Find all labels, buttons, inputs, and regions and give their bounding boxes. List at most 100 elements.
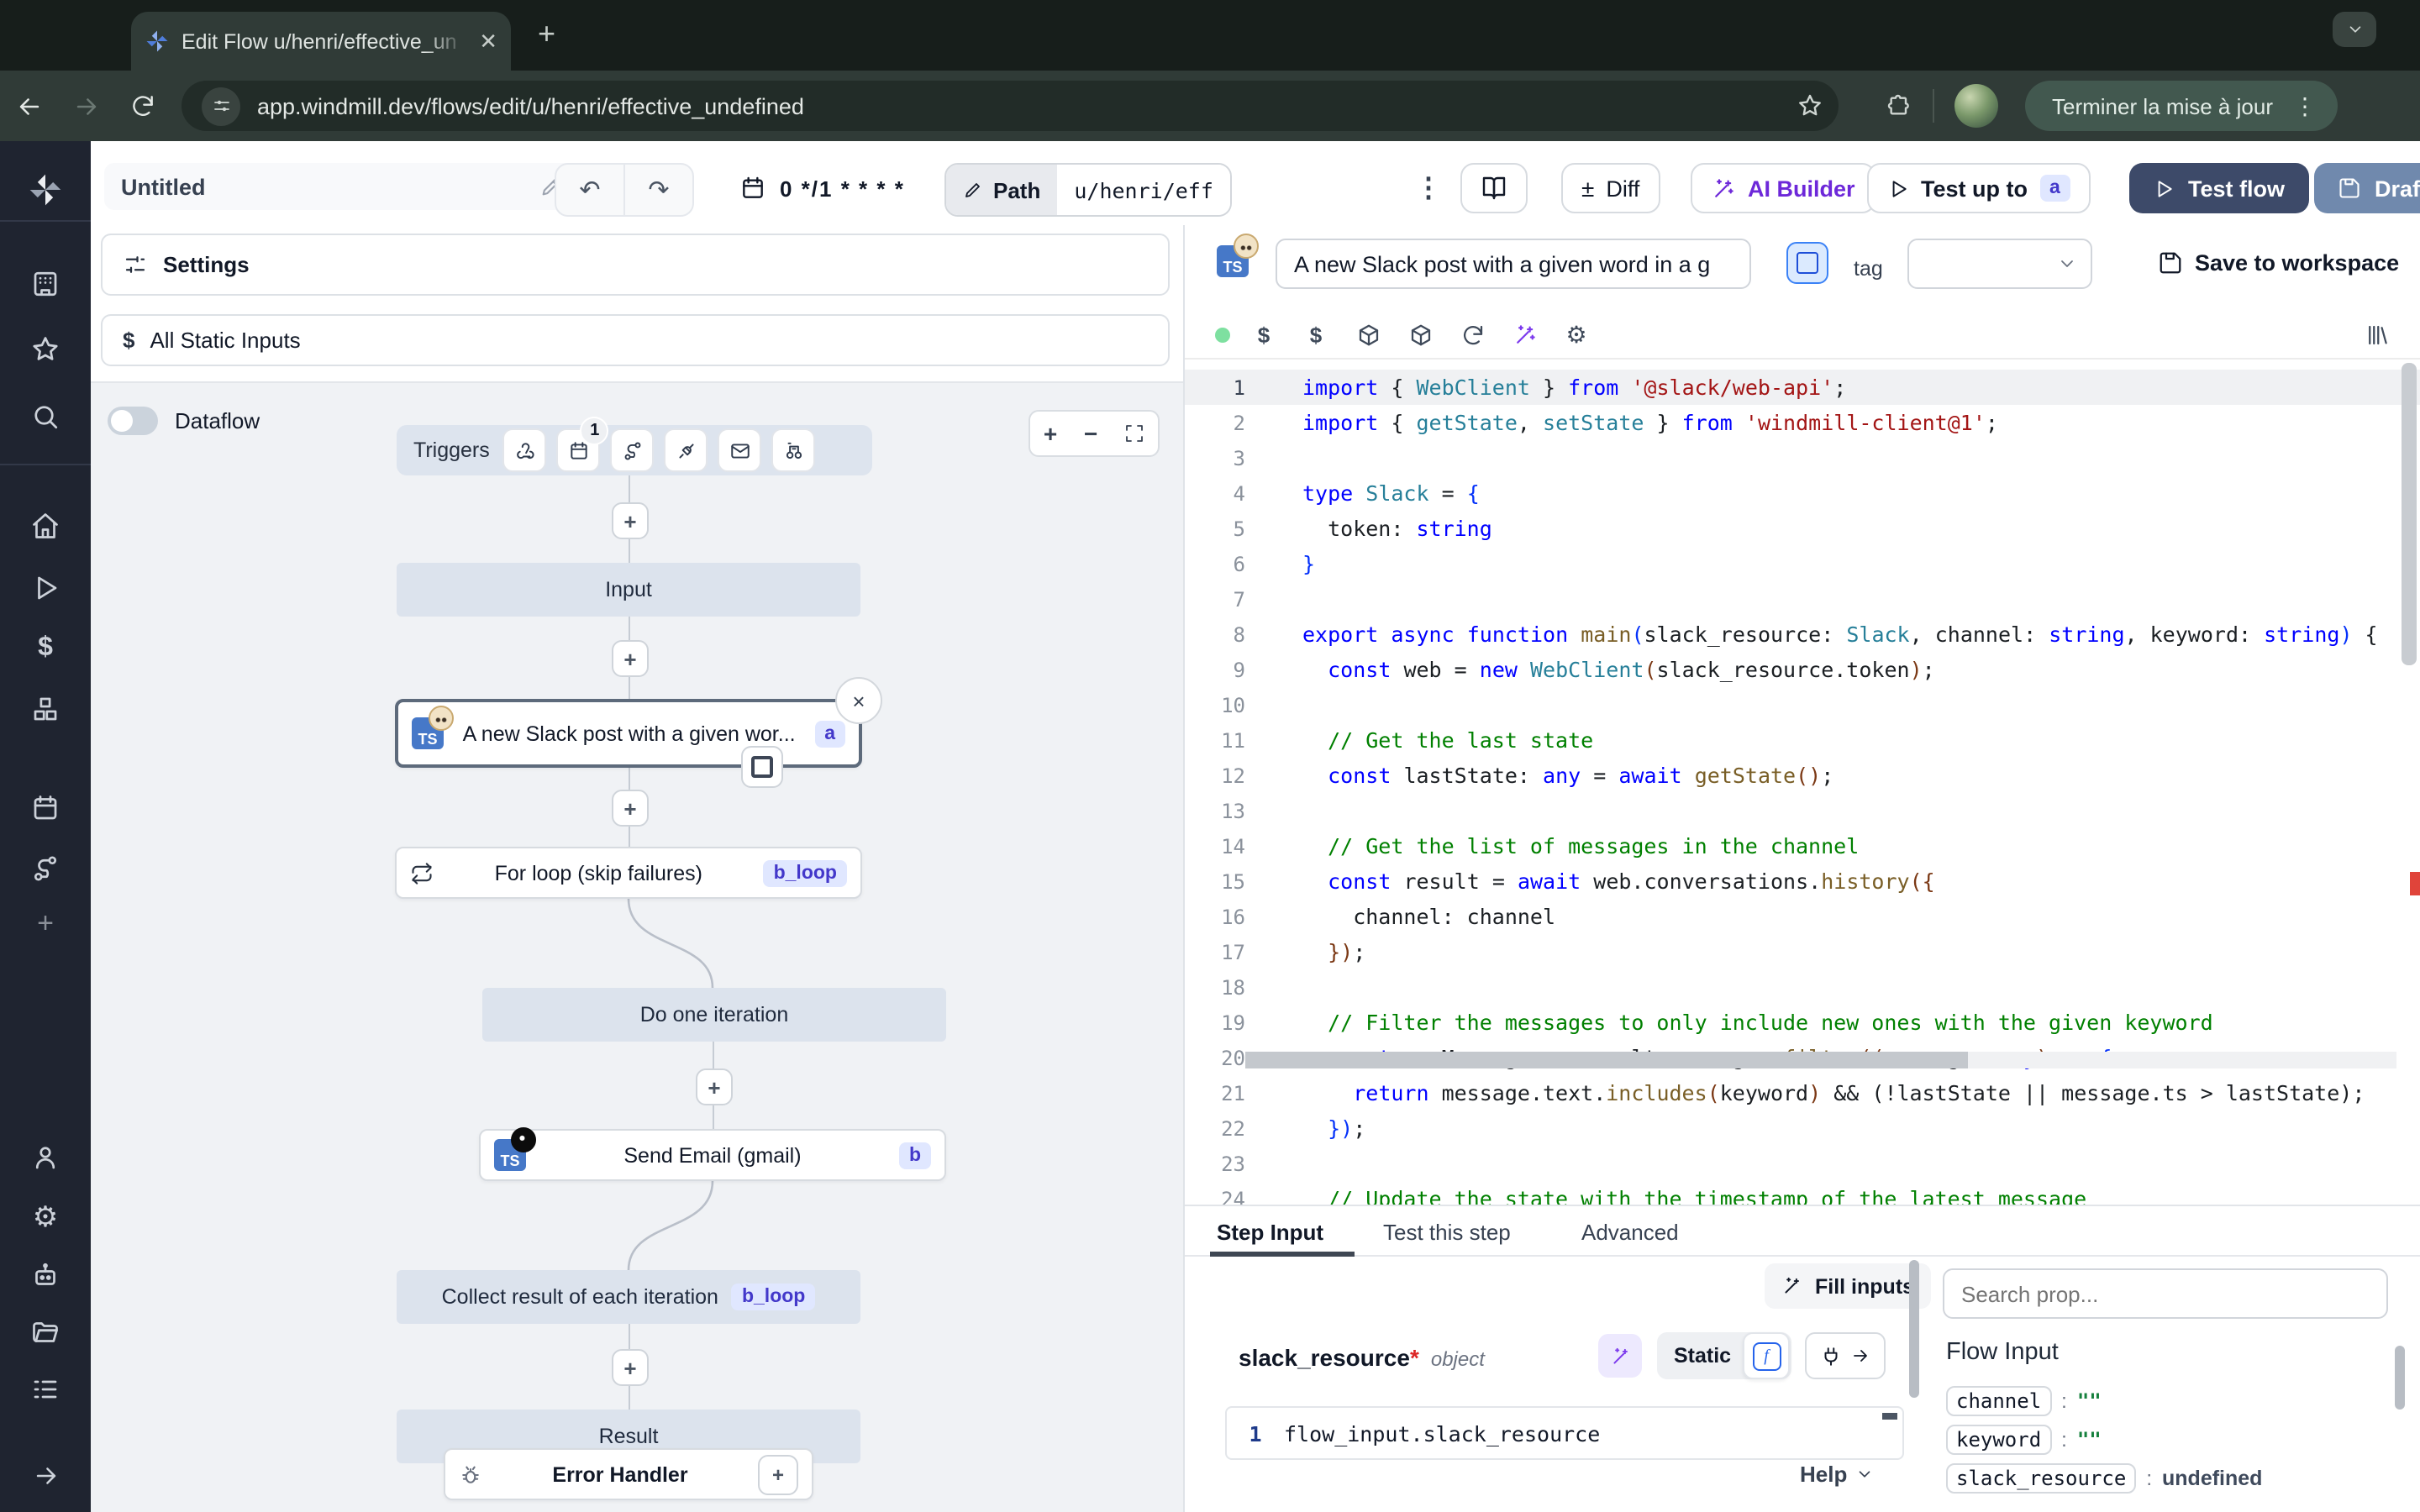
editor-vscrollbar-thumb[interactable] [2402, 363, 2417, 665]
tag-select[interactable] [1907, 239, 2092, 289]
back-icon[interactable] [0, 92, 57, 120]
library-icon[interactable] [2361, 319, 2391, 349]
add-step-button[interactable]: + [696, 1068, 733, 1105]
chrome-update-button[interactable]: Terminer la mise à jour ⋮ [2025, 81, 2337, 131]
fill-inputs-button[interactable]: Fill inputs [1765, 1263, 1931, 1309]
node-collect-result[interactable]: Collect result of each iteration b_loop [397, 1270, 860, 1324]
sidebar-item-users[interactable] [0, 1142, 91, 1173]
delete-step-icon[interactable]: × [835, 677, 882, 724]
tab-test-this-step[interactable]: Test this step [1383, 1206, 1511, 1257]
browser-tab[interactable]: Edit Flow u/henri/effective_un ✕ [131, 12, 511, 71]
schedule-cron[interactable]: 0 */1 * * * * [739, 163, 905, 213]
code-editor[interactable]: 1import { WebClient } from '@slack/web-a… [1185, 360, 2420, 1205]
props-scrollbar-thumb[interactable] [2395, 1346, 2405, 1410]
reload-icon[interactable] [1457, 319, 1487, 349]
email-trigger-icon[interactable] [718, 428, 762, 472]
window-chevron-icon[interactable] [2333, 12, 2376, 47]
forward-icon[interactable] [57, 92, 114, 120]
package-icon[interactable] [1405, 319, 1435, 349]
node-forloop[interactable]: For loop (skip failures) b_loop [395, 847, 862, 899]
flow-input-prop[interactable]: slack_resource:undefined [1946, 1458, 2383, 1497]
ai-builder-button[interactable]: AI Builder [1691, 163, 1876, 213]
help-toggle[interactable]: Help [1800, 1462, 1874, 1487]
websocket-trigger-icon[interactable] [665, 428, 708, 472]
sidebar-collapse-icon[interactable] [0, 1462, 91, 1490]
function-mode-icon[interactable]: f [1743, 1332, 1790, 1379]
node-do-one-iteration[interactable]: Do one iteration [482, 988, 946, 1042]
tab-close-icon[interactable]: ✕ [479, 28, 497, 55]
test-flow-button[interactable]: Test flow [2129, 163, 2308, 213]
sidebar-item-settings[interactable]: ⚙ [0, 1201, 91, 1235]
connect-input-button[interactable] [1805, 1332, 1886, 1379]
sidebar-item-runs[interactable] [0, 573, 91, 603]
input-mode-toggle[interactable]: Static f [1657, 1332, 1791, 1379]
panel-scrollbar-thumb[interactable] [1909, 1260, 1919, 1398]
sidebar-item-workers[interactable] [0, 1260, 91, 1290]
route-trigger-icon[interactable] [611, 428, 655, 472]
sidebar-item-home[interactable] [0, 511, 91, 541]
reload-icon[interactable] [114, 92, 171, 119]
variables-icon[interactable]: $ [1301, 319, 1331, 349]
schedule-trigger-icon[interactable]: 1 [557, 428, 601, 472]
sidebar-item-variables[interactable]: $ [0, 633, 91, 664]
sidebar-item-folders[interactable] [0, 1317, 91, 1347]
windmill-logo-icon[interactable] [0, 171, 91, 208]
diff-button[interactable]: ± Diff [1561, 163, 1660, 213]
expr-editor[interactable]: 1 flow_input.slack_resource [1225, 1406, 1904, 1460]
extensions-icon[interactable] [1886, 92, 1912, 119]
test-up-to-button[interactable]: Test up to a [1867, 163, 2091, 213]
search-prop-input[interactable] [1943, 1268, 2388, 1319]
tab-step-input[interactable]: Step Input [1217, 1206, 1323, 1257]
node-input[interactable]: Input [397, 563, 860, 617]
flow-input-prop[interactable]: keyword:"" [1946, 1420, 2383, 1458]
add-error-handler-button[interactable]: + [758, 1454, 798, 1494]
sidebar-item-add[interactable]: + [0, 907, 91, 941]
sidebar-item-schedules[interactable] [0, 793, 91, 823]
add-step-button[interactable]: + [612, 1349, 649, 1386]
undo-button[interactable]: ↶ [556, 165, 623, 215]
step-box-toggle[interactable] [1786, 242, 1828, 284]
flow-input-prop[interactable]: channel:"" [1946, 1381, 2383, 1420]
add-step-button[interactable]: + [612, 640, 649, 677]
add-step-button[interactable]: + [612, 790, 649, 827]
flow-name-box[interactable]: Untitled [104, 163, 580, 210]
all-static-inputs-row[interactable]: $ All Static Inputs [101, 314, 1170, 366]
chrome-menu-icon[interactable]: ⋮ [2293, 92, 2317, 120]
new-tab-button[interactable]: + [538, 18, 555, 49]
sidebar-item-resources[interactable] [0, 694, 91, 724]
bookmark-star-icon[interactable] [1781, 92, 1839, 119]
step-skip-toggle[interactable] [741, 746, 783, 788]
step-name-input[interactable] [1276, 239, 1751, 289]
sidebar-item-favorites[interactable] [0, 334, 91, 365]
docs-button[interactable] [1460, 163, 1528, 213]
editor-hscrollbar-thumb[interactable] [1245, 1052, 1968, 1068]
profile-avatar[interactable] [1954, 84, 1998, 128]
sidebar-item-routes[interactable] [0, 853, 91, 884]
flow-canvas[interactable]: Dataflow + − Triggers [91, 381, 1183, 1512]
add-step-button[interactable]: + [612, 502, 649, 539]
gear-icon[interactable]: ⚙ [1561, 319, 1591, 349]
node-error-handler[interactable]: Error Handler + [444, 1448, 813, 1500]
tab-advanced[interactable]: Advanced [1581, 1206, 1679, 1257]
assets-icon[interactable]: $ [1249, 319, 1279, 349]
triggers-bar[interactable]: Triggers 1 [397, 425, 872, 475]
settings-row[interactable]: Settings [101, 234, 1170, 296]
node-slack-step[interactable]: TS A new Slack post with a given wor... … [395, 699, 862, 768]
url-bar[interactable]: app.windmill.dev/flows/edit/u/henri/effe… [182, 81, 1839, 131]
webhook-trigger-icon[interactable] [503, 428, 547, 472]
ai-wand-icon[interactable] [1509, 319, 1539, 349]
node-error-handler-label: Error Handler [494, 1462, 746, 1486]
package-icon[interactable] [1353, 319, 1383, 349]
site-info-icon[interactable] [202, 87, 240, 125]
poll-trigger-icon[interactable] [772, 428, 816, 472]
sidebar-item-audit-logs[interactable] [0, 1374, 91, 1404]
sidebar-item-workspace[interactable] [0, 269, 91, 299]
ai-fill-field-button[interactable] [1598, 1334, 1642, 1378]
save-to-workspace-button[interactable]: Save to workspace [2158, 250, 2399, 276]
draft-button[interactable]: Draft [2314, 163, 2420, 213]
node-send-email[interactable]: TS Send Email (gmail) b [479, 1129, 946, 1181]
more-options-icon[interactable]: ⋮ [1415, 163, 1442, 213]
redo-button[interactable]: ↷ [623, 165, 692, 215]
sidebar-item-search[interactable] [0, 402, 91, 432]
path-control[interactable]: Path u/henri/eff [944, 163, 1232, 217]
